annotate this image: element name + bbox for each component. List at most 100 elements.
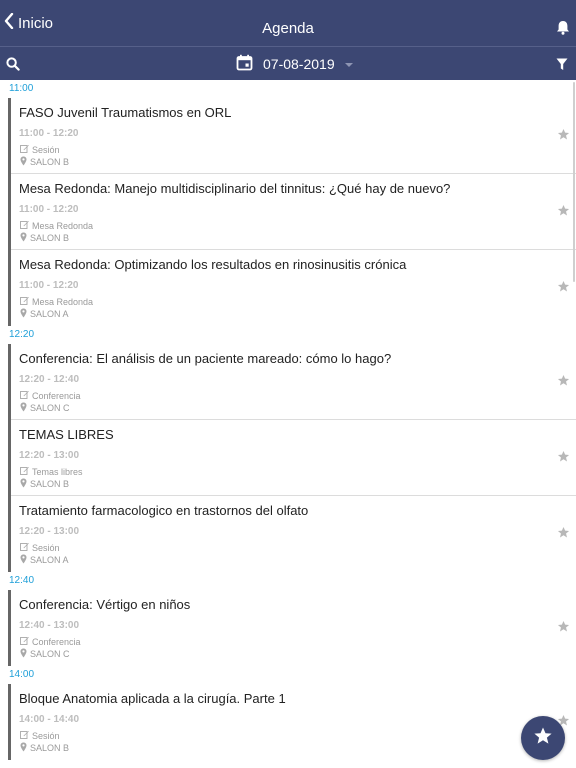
bell-icon[interactable] xyxy=(556,20,570,40)
session-time: 12:20 - 13:00 xyxy=(19,526,80,537)
session-room-label: SALON A xyxy=(30,555,69,565)
session-type: Sesión xyxy=(20,730,60,741)
session-room: SALON C xyxy=(20,648,70,660)
agenda-list[interactable]: 11:00 FASO Juvenil Traumatismos en ORL 11:… xyxy=(0,80,576,768)
filter-icon[interactable] xyxy=(556,58,568,76)
map-pin-icon xyxy=(20,478,30,490)
session-title: Conferencia: Vértigo en niños xyxy=(19,597,191,612)
session-type-label: Sesión xyxy=(32,144,60,155)
star-icon[interactable] xyxy=(557,280,570,298)
search-icon[interactable] xyxy=(6,57,20,76)
pencil-square-icon xyxy=(20,296,32,307)
pencil-square-icon xyxy=(20,466,32,477)
time-group-header: 14:00 xyxy=(0,666,576,684)
map-pin-icon xyxy=(20,742,30,754)
favorites-fab-button[interactable] xyxy=(521,716,565,760)
session-title: Bloque Anatomia aplicada a la cirugía. P… xyxy=(19,691,286,706)
time-group-header: 12:20 xyxy=(0,326,576,344)
top-navbar: Inicio Agenda xyxy=(0,0,576,46)
session-type: Temas libres xyxy=(20,466,83,477)
session-room-label: SALON B xyxy=(30,479,70,489)
time-group-header: 11:00 xyxy=(0,80,576,98)
session-type: Mesa Redonda xyxy=(20,296,93,307)
session-type: Conferencia xyxy=(20,636,81,647)
pencil-square-icon xyxy=(20,730,32,741)
session-type-label: Conferencia xyxy=(32,390,81,401)
star-icon[interactable] xyxy=(557,450,570,468)
session-time: 11:00 - 12:20 xyxy=(19,204,79,215)
star-icon xyxy=(533,726,553,751)
map-pin-icon xyxy=(20,648,30,660)
time-group-header: 12:40 xyxy=(0,572,576,590)
back-label: Inicio xyxy=(18,14,54,32)
chevron-left-icon xyxy=(4,12,18,33)
session-type-label: Conferencia xyxy=(32,636,81,647)
calendar-icon xyxy=(236,54,253,74)
map-pin-icon xyxy=(20,402,30,414)
pencil-square-icon xyxy=(20,220,32,231)
session-item[interactable]: Tratamiento farmacologico en trastornos … xyxy=(8,496,576,572)
session-room: SALON C xyxy=(20,402,70,414)
session-type-label: Temas libres xyxy=(32,466,83,477)
session-type-label: Mesa Redonda xyxy=(32,220,94,231)
session-room: SALON A xyxy=(20,308,69,320)
session-type-label: Sesión xyxy=(32,730,60,741)
page-title: Agenda xyxy=(262,20,314,37)
star-icon[interactable] xyxy=(557,374,570,392)
session-item[interactable]: Mesa Redonda: Optimizando los resultados… xyxy=(8,250,576,326)
session-type: Mesa Redonda xyxy=(20,220,93,231)
pencil-square-icon xyxy=(20,542,32,553)
session-room-label: SALON C xyxy=(30,649,70,659)
session-item[interactable]: Conferencia: Vértigo en niños 12:40 - 13:… xyxy=(8,590,576,666)
session-time: 14:00 - 14:40 xyxy=(19,714,80,725)
session-item[interactable]: TEMAS LIBRES 12:20 - 13:00 Temas libres SAL… xyxy=(8,420,576,496)
session-room-label: SALON A xyxy=(30,309,69,319)
session-item[interactable]: Bloque Anatomia aplicada a la cirugía. P… xyxy=(8,684,576,760)
chevron-down-icon xyxy=(344,63,353,67)
session-room-label: SALON B xyxy=(30,233,70,243)
session-room: SALON B xyxy=(20,156,69,168)
session-title: Tratamiento farmacologico en trastornos … xyxy=(19,503,309,518)
session-time: 11:00 - 12:20 xyxy=(19,128,79,139)
back-button[interactable]: Inicio xyxy=(4,0,53,46)
map-pin-icon xyxy=(20,554,30,566)
star-icon[interactable] xyxy=(557,526,570,544)
session-title: Mesa Redonda: Manejo multidisciplinario … xyxy=(19,181,451,196)
session-room-label: SALON C xyxy=(30,403,70,413)
pencil-square-icon xyxy=(20,390,32,401)
session-type-label: Mesa Redonda xyxy=(32,296,94,307)
map-pin-icon xyxy=(20,232,30,244)
session-room: SALON A xyxy=(20,554,69,566)
session-title: Conferencia: El análisis de un paciente … xyxy=(19,351,392,366)
session-item[interactable]: FASO Juvenil Traumatismos en ORL 11:00 - … xyxy=(8,98,576,174)
session-room: SALON B xyxy=(20,742,69,754)
session-type: Sesión xyxy=(20,542,60,553)
session-title: Mesa Redonda: Optimizando los resultados… xyxy=(19,257,407,272)
star-icon[interactable] xyxy=(557,128,570,146)
session-type: Conferencia xyxy=(20,390,81,401)
session-time: 12:40 - 13:00 xyxy=(19,620,80,631)
session-room: SALON B xyxy=(20,478,69,490)
date-toolbar: 07-08-2019 xyxy=(0,46,576,80)
star-icon[interactable] xyxy=(557,620,570,638)
session-room-label: SALON B xyxy=(30,157,70,167)
star-icon[interactable] xyxy=(557,204,570,222)
session-title: FASO Juvenil Traumatismos en ORL xyxy=(19,105,232,120)
date-selector[interactable]: 07-08-2019 xyxy=(236,47,353,81)
pencil-square-icon xyxy=(20,636,32,647)
session-type-label: Sesión xyxy=(32,542,60,553)
pencil-square-icon xyxy=(20,144,32,155)
map-pin-icon xyxy=(20,156,30,168)
session-title: TEMAS LIBRES xyxy=(19,427,114,442)
session-room-label: SALON B xyxy=(30,743,70,753)
session-type: Sesión xyxy=(20,144,60,155)
map-pin-icon xyxy=(20,308,30,320)
session-time: 12:20 - 12:40 xyxy=(19,374,80,385)
selected-date: 07-08-2019 xyxy=(263,56,335,72)
session-room: SALON B xyxy=(20,232,69,244)
session-item[interactable]: Mesa Redonda: Manejo multidisciplinario … xyxy=(8,174,576,250)
scrollbar[interactable] xyxy=(573,82,575,282)
session-time: 12:20 - 13:00 xyxy=(19,450,80,461)
session-time: 11:00 - 12:20 xyxy=(19,280,79,291)
session-item[interactable]: Conferencia: El análisis de un paciente … xyxy=(8,344,576,420)
